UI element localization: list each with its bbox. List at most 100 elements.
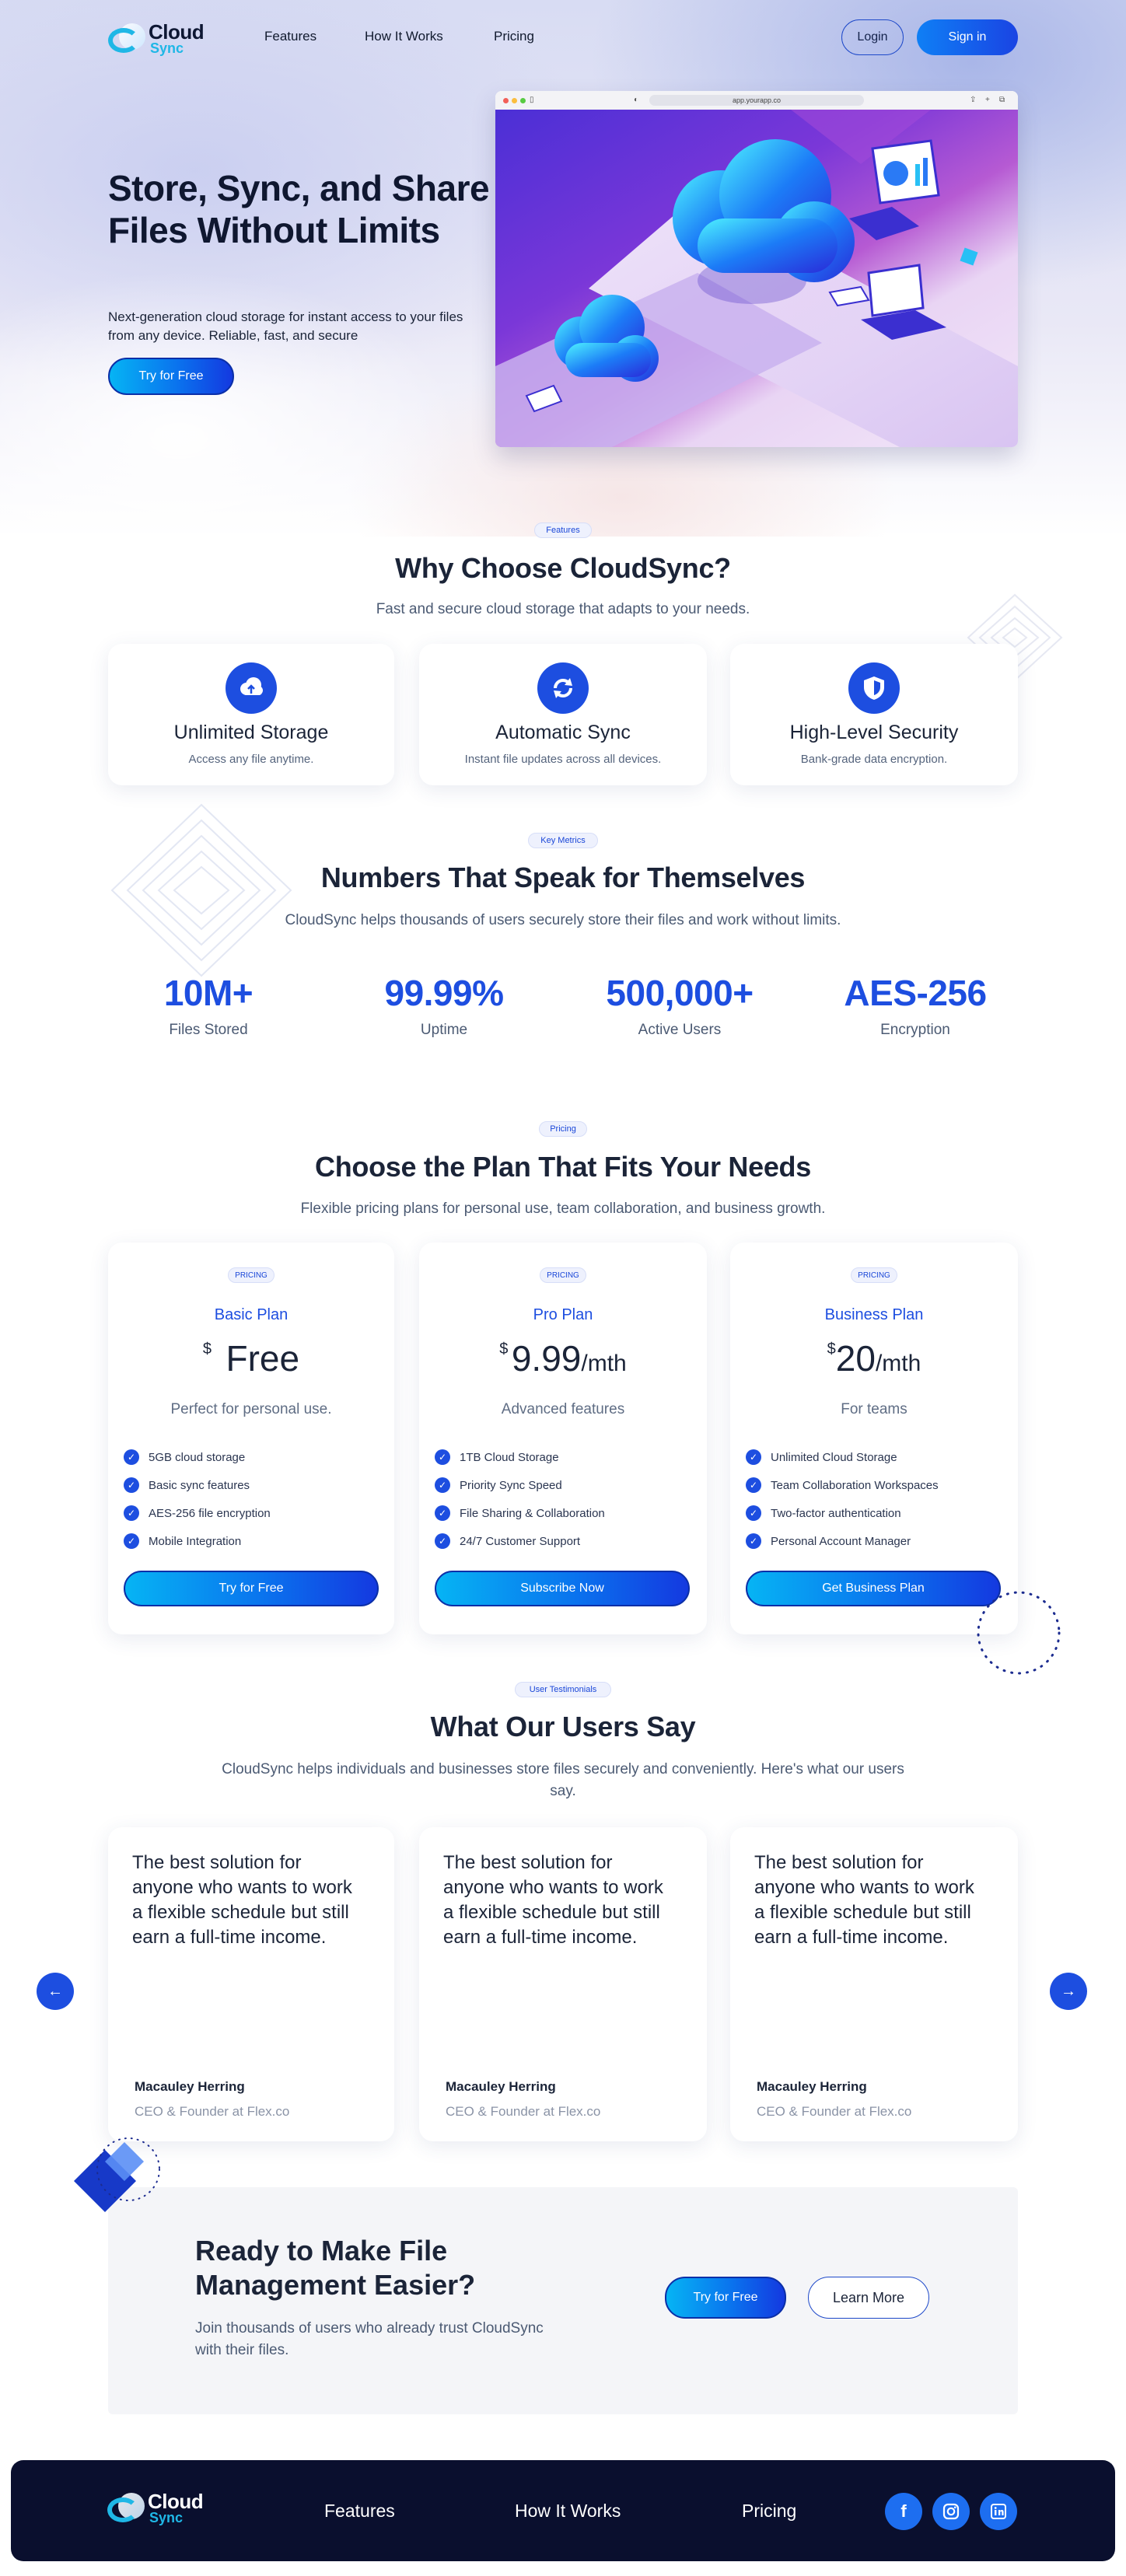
check-icon: ✓	[124, 1477, 139, 1493]
plan-feature-label: Priority Sync Speed	[460, 1478, 562, 1492]
sidebar-icon: ▯	[530, 96, 534, 104]
learn-more-button[interactable]: Learn More	[808, 2277, 929, 2319]
dotted-circle-deco	[977, 1591, 1061, 1675]
carousel-prev-button[interactable]: ←	[37, 1973, 74, 2010]
metric-item: 500,000+ Active Users	[563, 972, 796, 1039]
pricing-pill: Pricing	[539, 1121, 587, 1137]
plan-name: Pro Plan	[533, 1306, 593, 1323]
hero-try-free-button[interactable]: Try for Free	[108, 358, 234, 395]
plan-feature-label: 24/7 Customer Support	[460, 1534, 581, 1548]
cloud-illustration	[495, 110, 1018, 447]
browser-mockup: ▯ ◐ app.yourapp.co ⇪ + ⧉	[495, 91, 1018, 447]
metric-label: Active Users	[638, 1022, 722, 1038]
testimonials-subtitle: CloudSync helps individuals and business…	[222, 1761, 904, 1799]
feature-card: High-Level Security Bank-grade data encr…	[730, 644, 1018, 785]
subscribe-now-button[interactable]: Subscribe Now	[435, 1571, 690, 1606]
instagram-icon[interactable]	[932, 2493, 970, 2530]
plan-feature-label: AES-256 file encryption	[149, 1506, 271, 1520]
plan-feature-label: 1TB Cloud Storage	[460, 1450, 559, 1464]
plan-amount: 9.99	[511, 1338, 582, 1379]
pricing-card-basic: PRICING Basic Plan $ Free Perfect for pe…	[108, 1243, 394, 1634]
footer-nav-pricing[interactable]: Pricing	[742, 2501, 796, 2522]
plan-feature: ✓ Team Collaboration Workspaces	[746, 1471, 939, 1499]
nav-pricing[interactable]: Pricing	[494, 29, 534, 44]
arrow-right-icon: →	[1061, 1982, 1076, 2000]
plan-feature-list: ✓ 5GB cloud storage ✓ Basic sync features …	[124, 1443, 271, 1555]
signin-button[interactable]: Sign in	[917, 19, 1018, 55]
testimonial-name: Macauley Herring	[757, 2079, 867, 2094]
metric-label: Files Stored	[169, 1022, 248, 1038]
shield-icon	[848, 662, 900, 714]
testimonials-title: What Our Users Say	[430, 1711, 696, 1742]
check-icon: ✓	[124, 1505, 139, 1521]
linkedin-icon[interactable]	[980, 2493, 1017, 2530]
feature-desc: Access any file anytime.	[188, 753, 314, 766]
plan-feature-list: ✓ 1TB Cloud Storage ✓ Priority Sync Speed …	[435, 1443, 605, 1555]
check-icon: ✓	[746, 1477, 761, 1493]
plan-currency: $	[202, 1340, 212, 1358]
arrow-left-icon: ←	[47, 1982, 63, 2000]
privacy-icon: ◐	[634, 96, 639, 104]
testimonial-quote: The best solution for anyone who wants t…	[443, 1852, 663, 1948]
plan-feature-label: Personal Account Manager	[771, 1534, 911, 1548]
features-subtitle: Fast and secure cloud storage that adapt…	[376, 601, 750, 617]
login-button[interactable]: Login	[841, 19, 904, 55]
plan-feature: ✓ 5GB cloud storage	[124, 1443, 271, 1471]
pricing-subtitle: Flexible pricing plans for personal use,…	[300, 1201, 826, 1217]
window-zoom-dot	[520, 97, 526, 103]
metric-value: AES-256	[844, 973, 987, 1013]
metric-label: Uptime	[420, 1022, 468, 1038]
plan-feature-list: ✓ Unlimited Cloud Storage ✓ Team Collabora…	[746, 1443, 939, 1555]
testimonial-card: The best solution for anyone who wants t…	[108, 1827, 394, 2141]
plan-currency: $	[827, 1340, 836, 1358]
plan-feature: ✓ Basic sync features	[124, 1471, 271, 1499]
plan-feature: ✓ Mobile Integration	[124, 1527, 271, 1555]
cta-try-free-button[interactable]: Try for Free	[665, 2277, 786, 2319]
check-icon: ✓	[124, 1449, 139, 1465]
carousel-next-button[interactable]: →	[1050, 1973, 1087, 2010]
tabs-icon: ⧉	[999, 96, 1005, 104]
pricing-card-business: PRICING Business Plan $20/mth For teams …	[730, 1243, 1018, 1634]
cta-title: Ready to Make File Management Easier?	[195, 2235, 476, 2301]
metric-value: 500,000+	[606, 973, 754, 1013]
check-icon: ✓	[435, 1477, 450, 1493]
plan-period: /mth	[875, 1351, 921, 1376]
nav-how-it-works[interactable]: How It Works	[365, 29, 443, 44]
share-icon: ⇪	[970, 96, 977, 104]
plan-feature: ✓ Personal Account Manager	[746, 1527, 939, 1555]
feature-title: High-Level Security	[789, 722, 959, 743]
footer: Cloud Sync Features How It Works Pricing…	[11, 2460, 1115, 2561]
plan-price: $ Free	[108, 1337, 394, 1379]
cta-subtitle: Join thousands of users who already trus…	[195, 2320, 544, 2358]
hero-title: Store, Sync, and Share Files Without Lim…	[108, 168, 490, 250]
check-icon: ✓	[746, 1505, 761, 1521]
testimonial-role: CEO & Founder at Flex.co	[757, 2104, 912, 2119]
testimonial-card: The best solution for anyone who wants t…	[419, 1827, 707, 2141]
nav-features[interactable]: Features	[264, 29, 316, 44]
logo-text-cloud: Cloud	[148, 2490, 204, 2514]
metric-item: AES-256 Encryption	[799, 972, 1032, 1039]
feature-desc: Bank-grade data encryption.	[800, 753, 948, 766]
check-icon: ✓	[124, 1533, 139, 1549]
logo-text-cloud: Cloud	[149, 20, 205, 44]
facebook-icon[interactable]: f	[885, 2493, 922, 2530]
footer-nav-features[interactable]: Features	[324, 2501, 395, 2522]
check-icon: ✓	[746, 1449, 761, 1465]
metric-label: Encryption	[880, 1022, 950, 1038]
get-business-plan-button[interactable]: Get Business Plan	[746, 1571, 1001, 1606]
basic-try-free-button[interactable]: Try for Free	[124, 1571, 379, 1606]
footer-nav-how-it-works[interactable]: How It Works	[515, 2501, 621, 2522]
pricing-card-pro: PRICING Pro Plan $ 9.99/mth Advanced fea…	[419, 1243, 707, 1634]
footer-logo[interactable]: Cloud Sync	[107, 2490, 204, 2525]
plan-feature-label: Basic sync features	[149, 1478, 250, 1492]
plan-feature-label: Unlimited Cloud Storage	[771, 1450, 897, 1464]
plan-feature: ✓ File Sharing & Collaboration	[435, 1499, 605, 1527]
window-close-dot	[503, 97, 509, 103]
metrics-pill: Key Metrics	[528, 833, 598, 848]
pricing-title: Choose the Plan That Fits Your Needs	[315, 1151, 811, 1183]
metric-item: 10M+ Files Stored	[92, 972, 325, 1039]
header-logo[interactable]: Cloud Sync	[108, 20, 205, 56]
metric-item: 99.99% Uptime	[327, 972, 561, 1039]
sync-icon	[537, 662, 589, 714]
cloud-logo-icon	[107, 2491, 152, 2525]
